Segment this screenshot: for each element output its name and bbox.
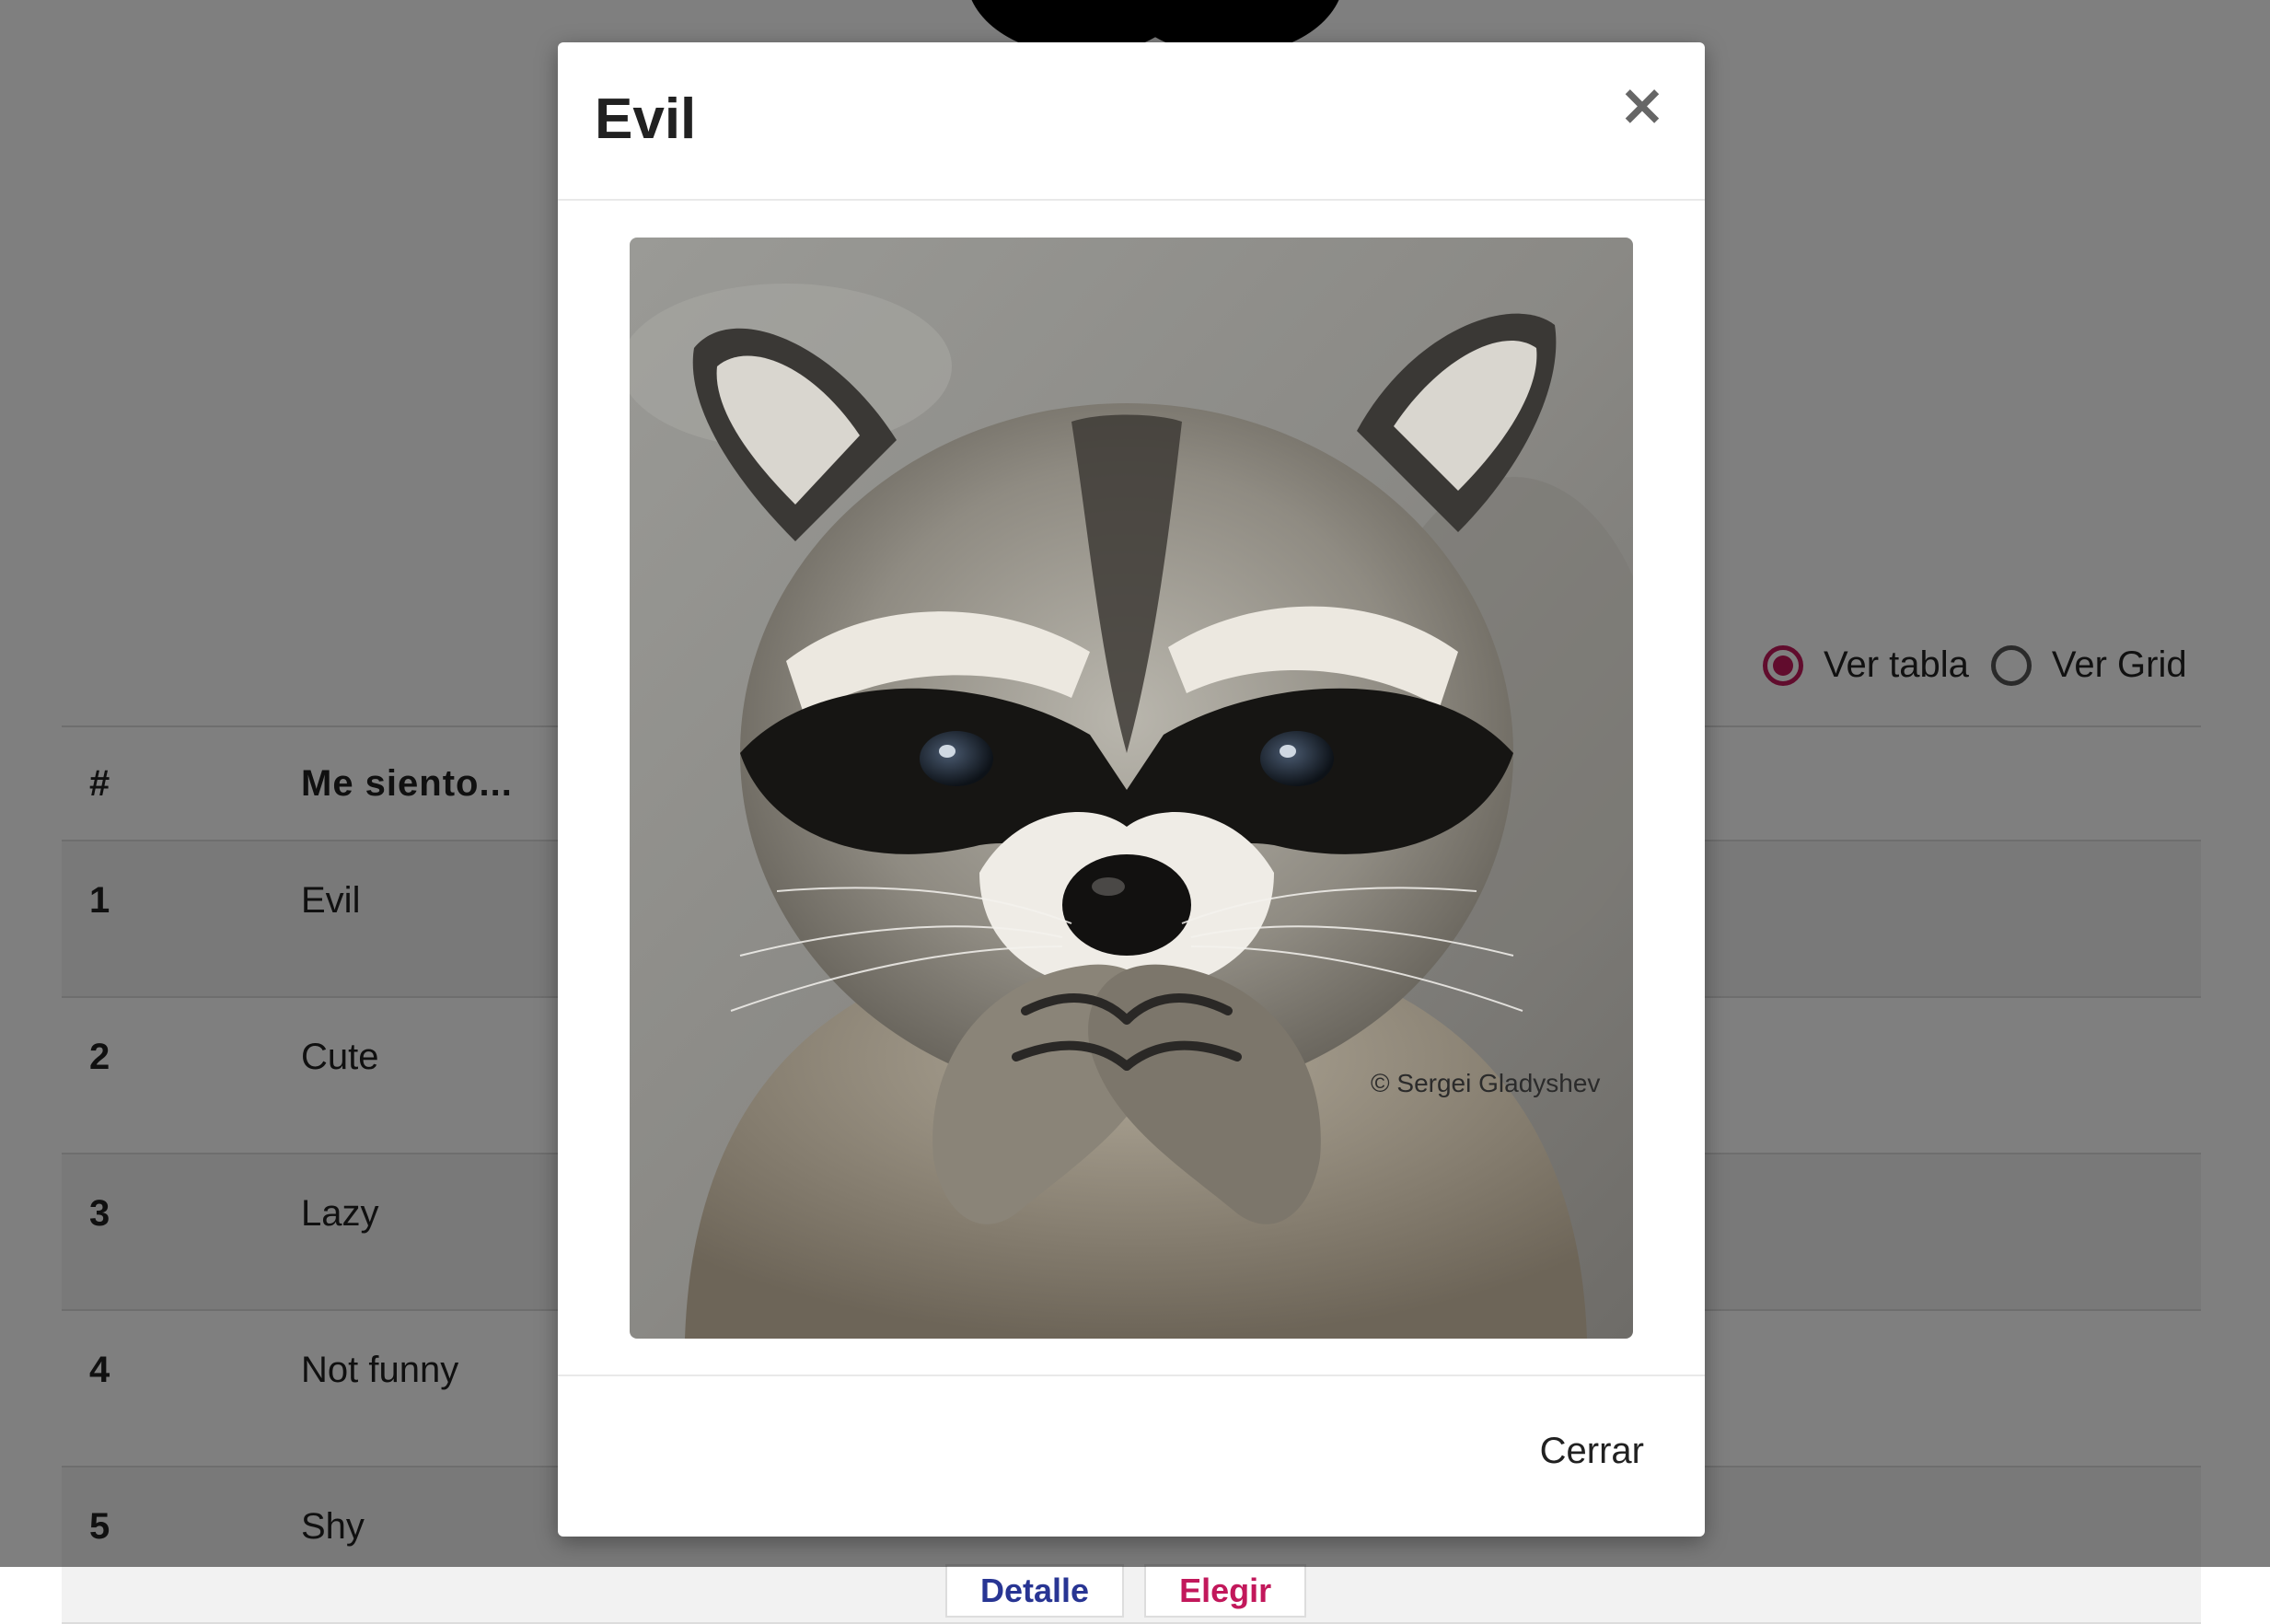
raccoon-image: © Sergei Gladyshev (630, 238, 1633, 1339)
modal-header: Evil × (558, 42, 1705, 201)
close-icon[interactable]: × (1616, 76, 1668, 133)
elegir-button[interactable]: Elegir (1144, 1564, 1307, 1618)
modal-title: Evil (595, 87, 697, 151)
raccoon-eye-right (1260, 731, 1334, 786)
detail-modal: Evil × © Sergei Gladyshev Cerrar (558, 42, 1705, 1537)
raccoon-nose (1062, 854, 1191, 956)
raccoon-eye-left (920, 731, 993, 786)
row-actions: Detalle Elegir (945, 1564, 2173, 1618)
modal-body: © Sergei Gladyshev (558, 201, 1705, 1418)
modal-footer: Cerrar (558, 1375, 1705, 1537)
image-credit-watermark: © Sergei Gladyshev (1371, 1069, 1600, 1097)
detalle-button[interactable]: Detalle (945, 1564, 1125, 1618)
cerrar-button[interactable]: Cerrar (1535, 1430, 1650, 1473)
